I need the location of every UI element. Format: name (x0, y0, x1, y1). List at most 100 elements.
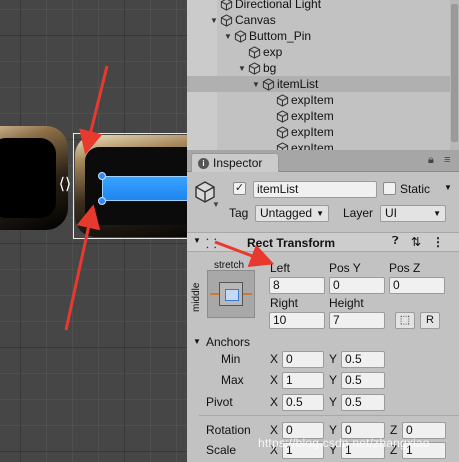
pivot-x-axis: X (270, 395, 279, 409)
tab-inspector[interactable]: i Inspector (191, 153, 279, 172)
chevron-down-icon: ▼ (433, 209, 441, 218)
pivot-y-axis: Y (329, 395, 338, 409)
static-dropdown-icon[interactable]: ▼ (444, 183, 452, 192)
hierarchy-item-label: itemList (277, 77, 319, 91)
hierarchy-scrollbar[interactable] (450, 0, 459, 150)
active-checkbox[interactable]: ✓ (233, 182, 246, 195)
right-field[interactable]: 10 (269, 312, 325, 329)
hierarchy-item-label: Buttom_Pin (249, 29, 312, 43)
hierarchy-item-label: Canvas (235, 13, 276, 27)
scale-label: Scale (206, 443, 237, 457)
gameobject-cube-icon (275, 93, 291, 107)
pivot-y-field[interactable]: 0.5 (341, 394, 385, 411)
inspector-tabbar: i Inspector 🔒︎ ≡ (187, 150, 459, 172)
anchor-v-label: middle (191, 282, 202, 312)
tab-inspector-label: Inspector (213, 156, 263, 170)
foldout-arrow-icon[interactable]: ▼ (209, 16, 219, 25)
min-x-axis: X (270, 352, 279, 366)
scene-view[interactable]: ⟨⟩ (0, 0, 187, 462)
gameobject-cube-icon (275, 125, 291, 139)
annotation-arrow-left-field (214, 240, 275, 268)
help-icon[interactable]: ❓︎ (392, 235, 399, 248)
kebab-menu-icon[interactable]: ⋮ (432, 235, 444, 249)
gameobject-cube-icon (261, 77, 277, 91)
menu-icon[interactable]: ≡ (444, 154, 450, 166)
gameobject-cube-icon (247, 61, 263, 75)
layer-label: Layer (343, 206, 374, 220)
preset-icon[interactable]: ⇅ (411, 235, 421, 249)
pos-z-field[interactable]: 0 (389, 277, 445, 294)
gameobject-cube-icon (275, 109, 291, 123)
arrow-up (64, 204, 101, 331)
hierarchy-item[interactable]: exp (187, 44, 459, 60)
foldout-arrow-icon[interactable]: ▼ (251, 80, 261, 89)
hierarchy-panel: Directional Light ▼ Canvas ▼ Buttom_Pin exp ▼ b… (187, 0, 459, 150)
hierarchy-item-label: expItem (291, 125, 334, 139)
static-checkbox[interactable] (383, 182, 396, 195)
layer-value: UI (385, 206, 397, 220)
inspector-panel: i Inspector 🔒︎ ≡ ▼ ✓ itemList Static ▼ T… (187, 150, 459, 462)
hierarchy-item-label: expItem (291, 93, 334, 107)
hierarchy-item[interactable]: ▼ Canvas (187, 12, 459, 28)
left-field[interactable]: 8 (269, 277, 325, 294)
info-icon: i (198, 157, 209, 169)
min-x-field[interactable]: 0 (282, 351, 324, 368)
pos-y-label: Pos Y (329, 261, 361, 275)
hierarchy-item-label: bg (263, 61, 277, 75)
hierarchy-item[interactable]: ▼ bg (187, 60, 459, 76)
height-label: Height (329, 296, 364, 310)
blueprint-mode-button[interactable]: ⬚ (395, 312, 415, 329)
pivot-label: Pivot (206, 395, 233, 409)
hierarchy-item[interactable]: expItem (187, 124, 459, 140)
watermark: https://blog.csdn.net/zhangxiao (258, 436, 430, 450)
hierarchy-item[interactable]: expItem (187, 108, 459, 124)
gameobject-cube-icon (219, 13, 235, 27)
gameobject-cube-icon (247, 45, 263, 59)
section-divider (199, 415, 459, 416)
object-name-field[interactable]: itemList (253, 181, 377, 198)
anchor-preset-icon (219, 282, 243, 306)
hierarchy-item-label: expItem (291, 141, 334, 150)
max-label: Max (221, 373, 244, 387)
anchor-preset-button[interactable] (207, 270, 255, 318)
anchors-foldout-icon[interactable]: ▼ (193, 337, 201, 346)
raw-edit-button[interactable]: R (420, 312, 440, 329)
min-y-axis: Y (329, 352, 338, 366)
min-label: Min (221, 352, 241, 366)
hierarchy-item[interactable]: expItem (187, 92, 459, 108)
foldout-arrow-icon[interactable]: ▼ (223, 32, 233, 41)
hierarchy-item[interactable]: ▼ Buttom_Pin (187, 28, 459, 44)
static-label: Static (400, 182, 431, 196)
max-y-axis: Y (329, 373, 338, 387)
hierarchy-item[interactable]: expItem (187, 140, 459, 150)
max-y-field[interactable]: 0.5 (341, 372, 385, 389)
annotation-arrows (64, 65, 109, 331)
hierarchy-item[interactable]: Directional Light (187, 0, 459, 12)
max-x-field[interactable]: 1 (282, 372, 324, 389)
layer-dropdown[interactable]: UI ▼ (380, 205, 446, 222)
hierarchy-item-label: Directional Light (235, 0, 322, 11)
right-label: Right (270, 296, 299, 310)
rotation-y-axis: Y (329, 423, 338, 437)
pivot-x-field[interactable]: 0.5 (282, 394, 324, 411)
hierarchy-item[interactable]: ▼ itemList (187, 76, 459, 92)
gameobject-cube-icon (219, 0, 235, 11)
rotation-x-axis: X (270, 423, 279, 437)
arrow-down (79, 65, 109, 155)
gameobject-cube-icon (233, 29, 249, 43)
pos-z-label: Pos Z (389, 261, 421, 275)
anchors-label: Anchors (206, 335, 251, 349)
lock-icon[interactable]: 🔒︎ (428, 154, 434, 167)
height-field[interactable]: 7 (329, 312, 385, 329)
hierarchy-scroll-thumb[interactable] (451, 4, 458, 142)
max-x-axis: X (270, 373, 279, 387)
hierarchy-item-label: expItem (291, 109, 334, 123)
rotation-label: Rotation (206, 423, 251, 437)
pos-y-field[interactable]: 0 (329, 277, 385, 294)
min-y-field[interactable]: 0.5 (341, 351, 385, 368)
chevron-down-icon: ▼ (316, 209, 324, 218)
gameobject-cube-icon (275, 141, 291, 150)
foldout-arrow-icon[interactable]: ▼ (237, 64, 247, 73)
rotation-z-axis: Z (390, 423, 398, 437)
hierarchy-item-label: exp (263, 45, 283, 59)
